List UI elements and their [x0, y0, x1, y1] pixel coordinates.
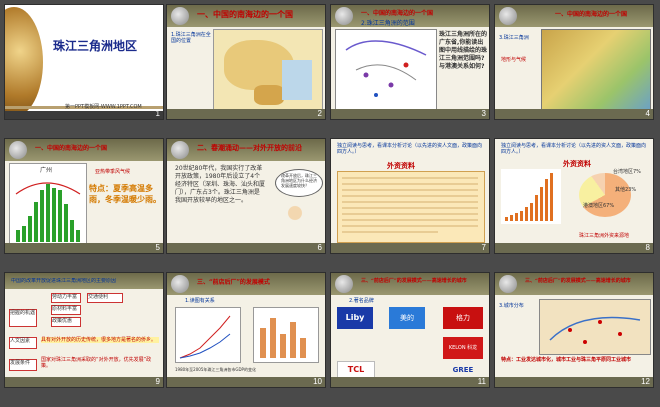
slide-title: 一、中国的南海边的一个国 [361, 10, 434, 17]
slide-thumbnail-7[interactable]: 独立阅读与思考，看课本分析讨论（以先进的资人文面，政策面向四方人。） 外资资料 … [330, 138, 490, 254]
brand-logo-gree-red: 格力 [443, 307, 483, 329]
top-text: 独立阅读与思考，看课本分析讨论（以先进的资人文面，政策面向四方人。） [501, 143, 647, 155]
gdp-chart-left [175, 307, 241, 363]
slide-thumbnail-1[interactable]: 珠江三角洲地区 第一PPT模板网-WWW.1PPT.COM 1 [4, 4, 164, 120]
cd-icon [499, 275, 517, 293]
slide-thumbnail-8[interactable]: 独立阅读与思考，看课本分析讨论（以先进的资人文面，政策面向四方人。） 外资资料 … [494, 138, 654, 254]
cd-icon [335, 275, 353, 293]
slide-title: 三、“前店后厂”的发展模式——高速增长的城市 [525, 278, 631, 284]
slide-number: 8 [645, 243, 650, 252]
top-text: 独立阅读与思考，看课本分析讨论（以先进的资人文面，政策面向四方人。） [337, 143, 483, 155]
section-heading: 外资资料 [387, 162, 415, 170]
slide-thumbnail-11[interactable]: 三、“前店后厂”的发展模式——高速增长的城市 2.著名品牌 Liby 美的 格力… [330, 272, 490, 388]
section-heading: 外资资料 [563, 160, 591, 168]
item-transport: 交通便利 [87, 293, 123, 303]
slide-title: 二、春潮涌动——对外开放的前沿 [197, 143, 302, 152]
slide-number: 5 [155, 243, 160, 252]
slide-title: 珠江三角洲地区 [53, 39, 138, 53]
slide-number: 6 [317, 243, 322, 252]
item-policy: 政策优惠 [51, 317, 81, 327]
pie-label-taiwan: 台湾地区7% [613, 169, 641, 175]
slide-number: 1 [155, 109, 160, 118]
china-map [213, 29, 323, 113]
gdp-chart-right [253, 307, 319, 363]
slide-title: 一、中国的南海边的一个国 [197, 9, 293, 19]
pie-label-hkmo: 港澳地区67% [583, 203, 615, 209]
slide-label: 1.珠江三角洲在全国的位置 [171, 32, 211, 44]
feature-text: 特点：夏季高温多雨，冬季温暖少雨。 [89, 184, 161, 204]
slide-title: 三、“前店后厂”的发展模式——高速增长的城市 [361, 278, 467, 284]
brand-logo-gree: GREE [452, 366, 474, 374]
slide-thumbnail-3[interactable]: 一、中国的南海边的一个国 2.珠江三角洲的范围 珠江三角洲所在的广东省,你能读出… [330, 4, 490, 120]
slide-number: 2 [317, 109, 322, 118]
pie-label-other: 其他23% [615, 187, 637, 193]
slide-number: 12 [641, 377, 650, 386]
box-human: 人文因素 [9, 337, 37, 349]
slide-number: 4 [645, 109, 650, 118]
pie-caption: 珠江三角洲外资来源地 [579, 233, 630, 239]
slide-thumbnail-9[interactable]: 中国的改革开放促进珠江三角洲地区的主要原因 把握的机遇 劳动力丰富 原材料丰富 … [4, 272, 164, 388]
slide-label-2: 地形与气候 [501, 57, 527, 63]
cd-icon [335, 7, 353, 25]
slide-title: 三、“前店后厂”的发展模式 [197, 279, 270, 286]
cd-icon [9, 141, 27, 159]
chart-caption: 1980年至2005年珠江三角洲各市GDP的变化 [175, 367, 256, 372]
brand-logo-liby: Liby [337, 307, 373, 329]
cd-icon [171, 141, 189, 159]
city-map [539, 299, 651, 355]
note-text: 特点：工业发达城市化，城市工业与珠三角平原同工业城市 [501, 357, 632, 363]
brand-logo-kelon: KELON 科龙 [443, 337, 483, 359]
note-text-2: 国家对珠江三角洲采取的“对外开放，优先发展”政策。 [41, 357, 152, 369]
slide-label: 2.著名品牌 [349, 298, 374, 304]
slide-label: 3.城市分布 [499, 303, 524, 309]
bar-chart [501, 169, 561, 224]
region-map [335, 29, 437, 113]
brand-logo-midea: 美的 [389, 307, 425, 329]
slide-number: 10 [313, 377, 322, 386]
slide-title: 一、中国的南海边的一个国 [555, 11, 628, 18]
pie-chart [579, 173, 631, 217]
cd-icon [171, 7, 189, 25]
speech-bubble: 改革开放后，珠江三角洲地区为什么经济发展速度较快？ [275, 169, 323, 197]
box-opportunity: 把握的机遇 [9, 309, 37, 327]
slide-thumbnail-12[interactable]: 三、“前店后厂”的发展模式——高速增长的城市 3.城市分布 特点：工业发达城市化… [494, 272, 654, 388]
cd-icon [499, 7, 517, 25]
slide-thumbnail-6[interactable]: 二、春潮涌动——对外开放的前沿 20世纪80年代，我国实行了改革开放政策，198… [166, 138, 326, 254]
thinking-person-image [277, 201, 313, 241]
slide-title: 一、中国的南海边的一个国 [35, 145, 108, 152]
globe-image [5, 7, 43, 117]
body-text: 20世纪80年代，我国实行了改革开放政策，1980年后设立了4个经济特区（深圳、… [175, 165, 266, 204]
terrain-map [541, 29, 651, 113]
slide-label: 3.珠江三角洲 [499, 35, 529, 41]
text-panel [337, 171, 485, 243]
note-text: 具有对外开放的历史传统，很多地方是著名的侨乡。 [41, 337, 159, 343]
slide-number: 11 [477, 377, 486, 386]
slide-label: 2.珠江三角洲的范围 [361, 20, 415, 27]
box-development: 发展条件 [9, 359, 37, 371]
slide-thumbnail-2[interactable]: 一、中国的南海边的一个国 1.珠江三角洲在全国的位置 2 [166, 4, 326, 120]
slide-thumbnail-5[interactable]: 一、中国的南海边的一个国 广州 亚热带季风气候 特点：夏季高温多雨，冬季温暖少雨… [4, 138, 164, 254]
slide-number: 7 [481, 243, 486, 252]
climate-chart: 广州 [9, 163, 87, 249]
slide-number: 3 [481, 109, 486, 118]
cd-icon [171, 275, 189, 293]
slide-number: 9 [155, 377, 160, 386]
footer-text: 第一PPT模板网-WWW.1PPT.COM [65, 104, 142, 110]
item-labor: 劳动力丰富 [51, 293, 81, 303]
slide-thumbnail-10[interactable]: 三、“前店后厂”的发展模式 1.读图有关系 1980年至2005年珠江三角洲各市… [166, 272, 326, 388]
slide-label: 1.读图有关系 [185, 298, 215, 304]
slide-title: 中国的改革开放促进珠江三角洲地区的主要原因 [11, 278, 117, 284]
side-text: 珠江三角洲所在的广东省,你能读出图中用线描绘的珠江三角洲范围吗?与港澳关系如何? [439, 31, 488, 70]
slide-thumbnail-4[interactable]: 一、中国的南海边的一个国 3.珠江三角洲 地形与气候 4 [494, 4, 654, 120]
item-material: 原材料丰富 [51, 305, 81, 315]
legend-text: 亚热带季风气候 [95, 169, 131, 175]
